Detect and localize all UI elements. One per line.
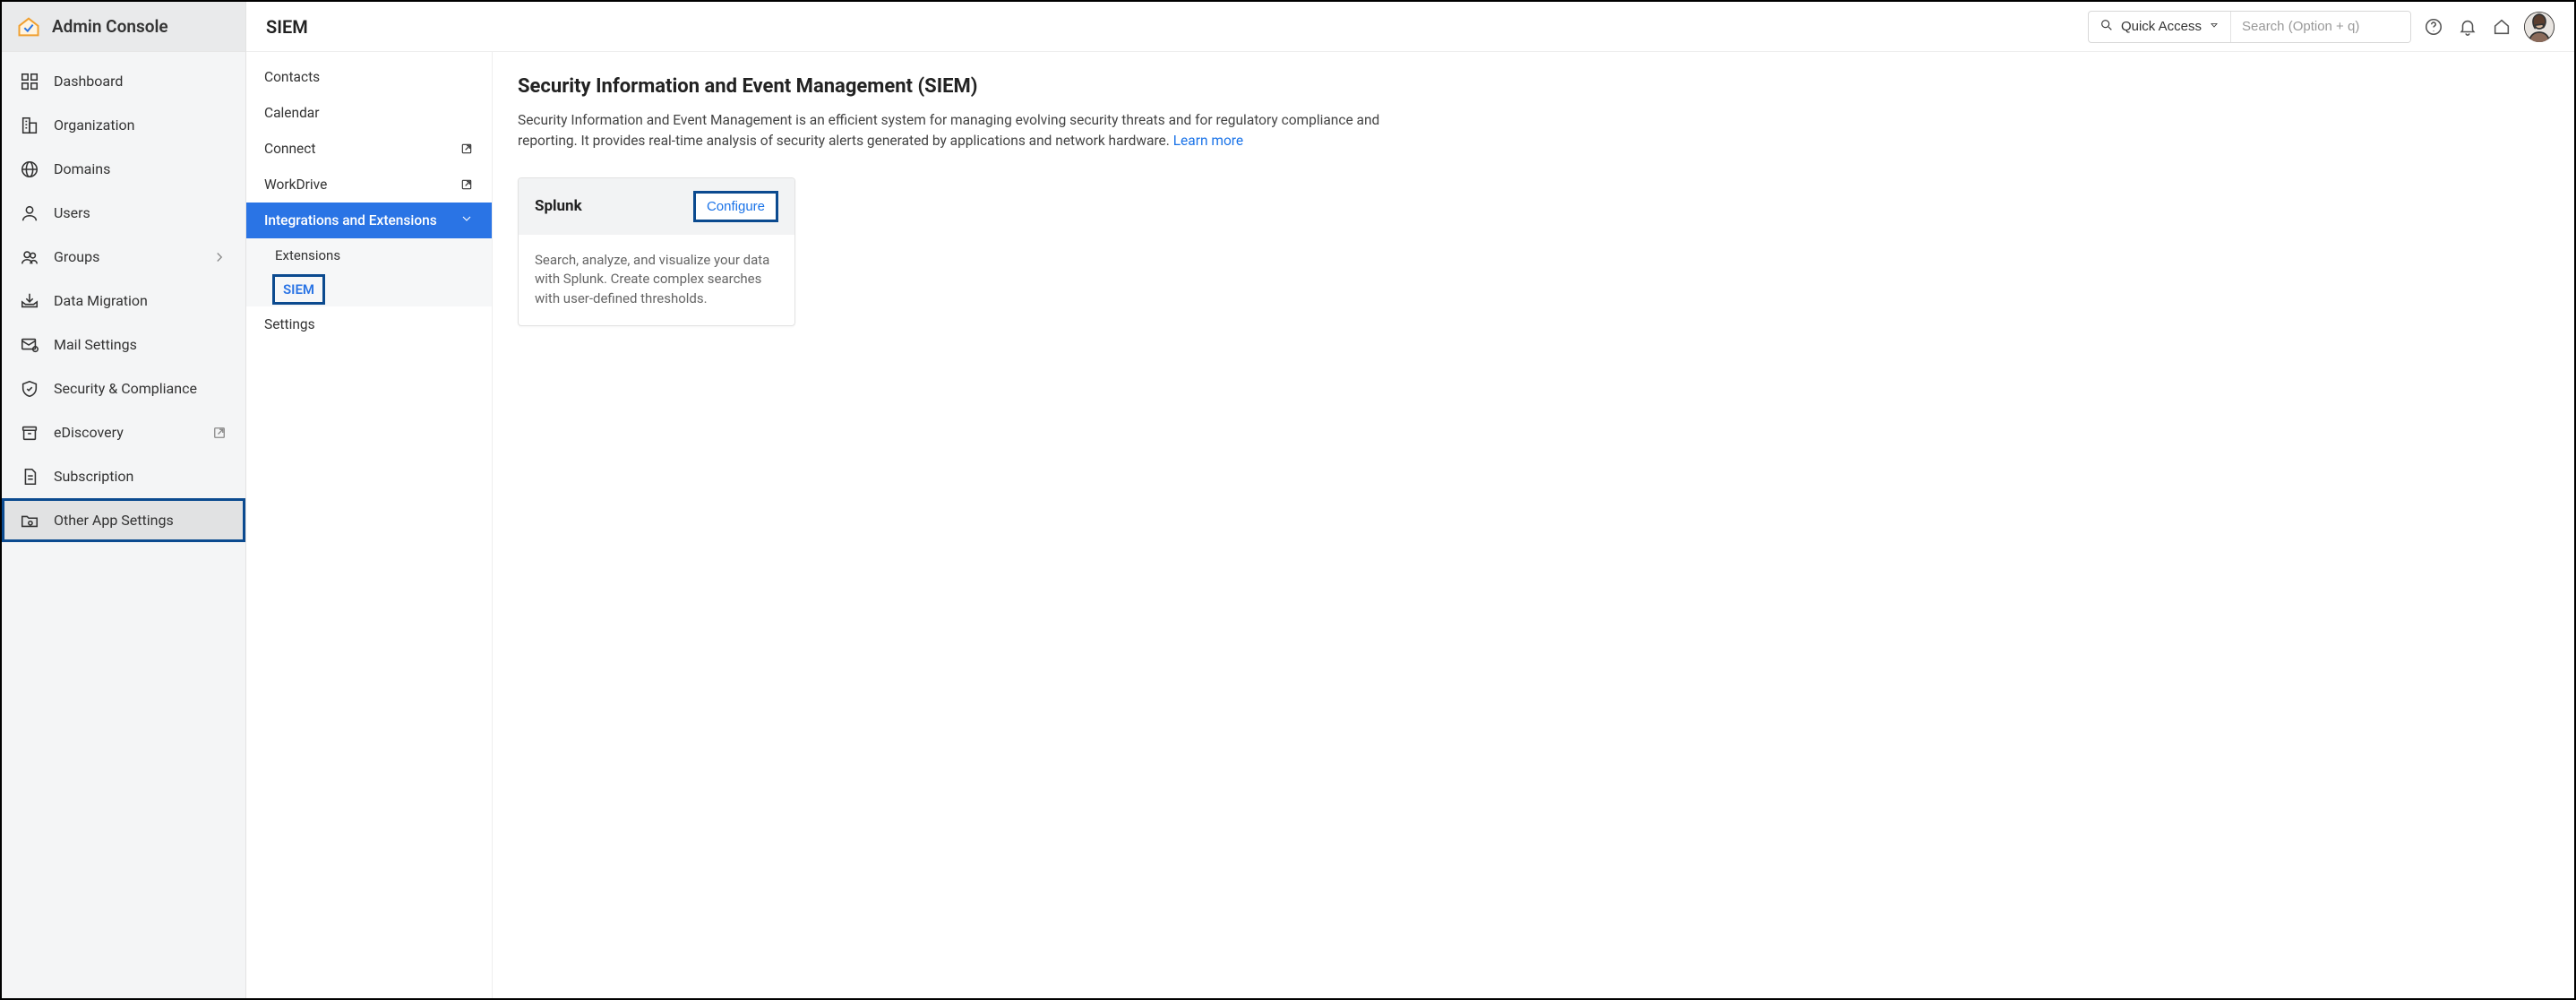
group-icon xyxy=(20,247,39,267)
card-header: Splunk Configure xyxy=(519,178,794,235)
configure-button[interactable]: Configure xyxy=(693,191,778,222)
bell-icon[interactable] xyxy=(2456,15,2479,39)
external-link-icon xyxy=(459,177,474,192)
nav-label: Other App Settings xyxy=(54,512,228,529)
app-logo-icon xyxy=(16,14,41,39)
nav-item-data-migration[interactable]: Data Migration xyxy=(2,279,245,323)
detail-description: Security Information and Event Managemen… xyxy=(518,110,1395,152)
subnav-item-integrations[interactable]: Integrations and Extensions xyxy=(246,203,492,238)
subnav-label: Connect xyxy=(264,141,315,157)
nav-label: Data Migration xyxy=(54,292,228,309)
home-icon[interactable] xyxy=(2490,15,2513,39)
inbox-down-icon xyxy=(20,291,39,311)
learn-more-link[interactable]: Learn more xyxy=(1173,133,1243,149)
main-area: Contacts Calendar Connect WorkDrive Inte… xyxy=(246,52,2574,998)
search-icon xyxy=(2099,18,2114,36)
detail-panel: Security Information and Event Managemen… xyxy=(493,52,2574,998)
nav-item-organization[interactable]: Organization xyxy=(2,103,245,147)
card-title: Splunk xyxy=(535,197,582,215)
subnav-item-workdrive[interactable]: WorkDrive xyxy=(246,167,492,203)
integration-card-splunk: Splunk Configure Search, analyze, and vi… xyxy=(518,177,795,326)
sidebar-header: Admin Console xyxy=(2,2,245,52)
subnav-item-settings[interactable]: Settings xyxy=(246,306,492,342)
dashboard-icon xyxy=(20,72,39,91)
folder-gear-icon xyxy=(20,511,39,530)
mail-gear-icon xyxy=(20,335,39,355)
user-avatar[interactable] xyxy=(2524,12,2555,42)
document-icon xyxy=(20,467,39,487)
nav-label: Subscription xyxy=(54,468,228,485)
nav-label: Domains xyxy=(54,160,228,177)
subnav-label: Integrations and Extensions xyxy=(264,212,437,228)
nav-item-mail-settings[interactable]: Mail Settings xyxy=(2,323,245,366)
globe-icon xyxy=(20,159,39,179)
nav-label: Mail Settings xyxy=(54,336,228,353)
shield-icon xyxy=(20,379,39,399)
subnav-label: WorkDrive xyxy=(264,177,327,193)
external-link-icon xyxy=(211,425,228,441)
search-input[interactable] xyxy=(2231,12,2410,42)
nav-item-security-compliance[interactable]: Security & Compliance xyxy=(2,366,245,410)
nav-item-domains[interactable]: Domains xyxy=(2,147,245,191)
caret-down-icon xyxy=(2209,19,2220,34)
building-icon xyxy=(20,116,39,135)
chevron-down-icon xyxy=(459,211,474,229)
archive-icon xyxy=(20,423,39,443)
subnav-sub-extensions[interactable]: Extensions xyxy=(246,238,492,272)
subnav-label: Contacts xyxy=(264,69,320,85)
nav-item-users[interactable]: Users xyxy=(2,191,245,235)
subnav-item-contacts[interactable]: Contacts xyxy=(246,59,492,95)
nav-label: Organization xyxy=(54,116,228,134)
subnav-label: Settings xyxy=(264,316,315,332)
content-area: SIEM Quick Access Contacts Calendar xyxy=(246,2,2574,998)
user-icon xyxy=(20,203,39,223)
detail-heading: Security Information and Event Managemen… xyxy=(518,75,2549,98)
subnav-sublist: Extensions SIEM xyxy=(246,238,492,306)
subnav-label: Calendar xyxy=(264,105,320,121)
subnav-item-calendar[interactable]: Calendar xyxy=(246,95,492,131)
card-body: Search, analyze, and visualize your data… xyxy=(519,235,794,325)
quick-access-search: Quick Access xyxy=(2088,11,2411,43)
subnav-label: Extensions xyxy=(275,247,340,263)
external-link-icon xyxy=(459,142,474,156)
nav-item-other-app-settings[interactable]: Other App Settings xyxy=(2,498,245,542)
topbar: SIEM Quick Access xyxy=(246,2,2574,52)
subnav-label: SIEM xyxy=(275,277,322,302)
nav-item-ediscovery[interactable]: eDiscovery xyxy=(2,410,245,454)
secondary-nav: Contacts Calendar Connect WorkDrive Inte… xyxy=(246,52,493,998)
app-title: Admin Console xyxy=(52,16,168,37)
help-icon[interactable] xyxy=(2422,15,2445,39)
subnav-item-connect[interactable]: Connect xyxy=(246,131,492,167)
quick-access-label: Quick Access xyxy=(2121,19,2202,34)
primary-nav: Dashboard Organization Domains Users Gro… xyxy=(2,52,245,998)
subnav-sub-siem[interactable]: SIEM xyxy=(246,272,492,306)
chevron-right-icon xyxy=(211,249,228,265)
nav-item-groups[interactable]: Groups xyxy=(2,235,245,279)
nav-label: Dashboard xyxy=(54,73,228,90)
nav-label: Groups xyxy=(54,248,197,265)
nav-label: Security & Compliance xyxy=(54,380,228,397)
primary-sidebar: Admin Console Dashboard Organization Dom… xyxy=(2,2,246,998)
nav-item-subscription[interactable]: Subscription xyxy=(2,454,245,498)
nav-item-dashboard[interactable]: Dashboard xyxy=(2,59,245,103)
nav-label: Users xyxy=(54,204,228,221)
quick-access-button[interactable]: Quick Access xyxy=(2089,12,2231,42)
nav-label: eDiscovery xyxy=(54,424,197,441)
page-title: SIEM xyxy=(266,16,2077,38)
